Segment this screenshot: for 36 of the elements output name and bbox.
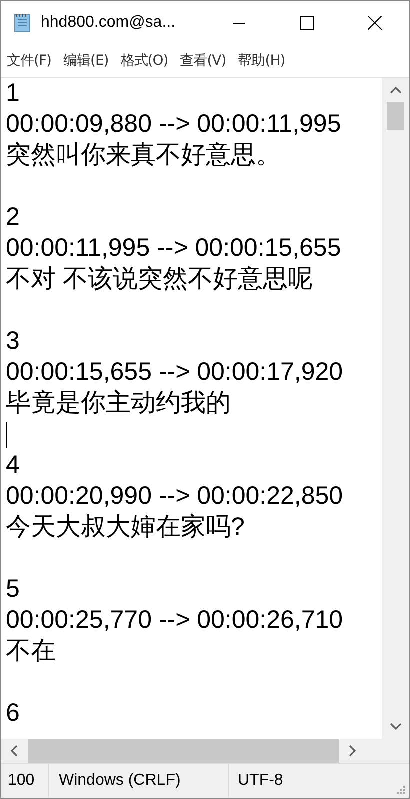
- menu-item[interactable]: 编辑(E): [63, 52, 109, 70]
- window-title: hhd800.com@sa...: [41, 14, 176, 32]
- notepad-icon: [13, 13, 33, 33]
- maximize-icon: [300, 16, 314, 30]
- text-line: 00:00:09,880 --> 00:00:11,995: [6, 110, 342, 138]
- text-line: 3: [6, 327, 20, 355]
- scroll-right-icon[interactable]: [349, 745, 357, 757]
- close-icon: [368, 16, 382, 30]
- text-line: 00:00:15,655 --> 00:00:17,920: [6, 358, 344, 386]
- scrollbar-thumb[interactable]: [28, 739, 339, 763]
- text-line: 6: [6, 699, 20, 727]
- text-line: 5: [6, 575, 20, 603]
- text-line: 不对 不该说突然不好意思呢: [6, 265, 313, 293]
- zoom-level: 100: [1, 764, 49, 798]
- text-line: 毕竟是你主动约我的: [6, 389, 231, 417]
- text-line: 00:00:25,770 --> 00:00:26,710: [6, 606, 344, 634]
- text-line: 1: [6, 79, 20, 107]
- scroll-up-icon[interactable]: [390, 86, 402, 94]
- scrollbar-thumb[interactable]: [387, 102, 404, 130]
- text-line: 00:00:20,990 --> 00:00:22,850: [6, 482, 344, 510]
- line-ending: Windows (CRLF): [49, 764, 229, 798]
- text-line: 今天大叔大婶在家吗?: [6, 513, 245, 541]
- scroll-down-icon[interactable]: [390, 723, 402, 731]
- text-line: 00:00:11,995 --> 00:00:15,655: [6, 234, 342, 262]
- scroll-left-icon[interactable]: [10, 745, 18, 757]
- menu-item[interactable]: 查看(V): [180, 52, 226, 70]
- menu-item[interactable]: 帮助(H): [238, 52, 286, 70]
- text-line: 不在: [6, 637, 56, 665]
- minimize-icon: [233, 22, 245, 24]
- menu-item[interactable]: 文件(F): [7, 52, 52, 70]
- menu-item[interactable]: 格式(O): [120, 52, 168, 70]
- text-line: 2: [6, 203, 20, 231]
- text-line: 4: [6, 451, 20, 479]
- resize-grip-icon[interactable]: [397, 786, 406, 795]
- encoding: UTF-8: [237, 771, 284, 791]
- text-line: 突然叫你来真不好意思。: [6, 141, 281, 169]
